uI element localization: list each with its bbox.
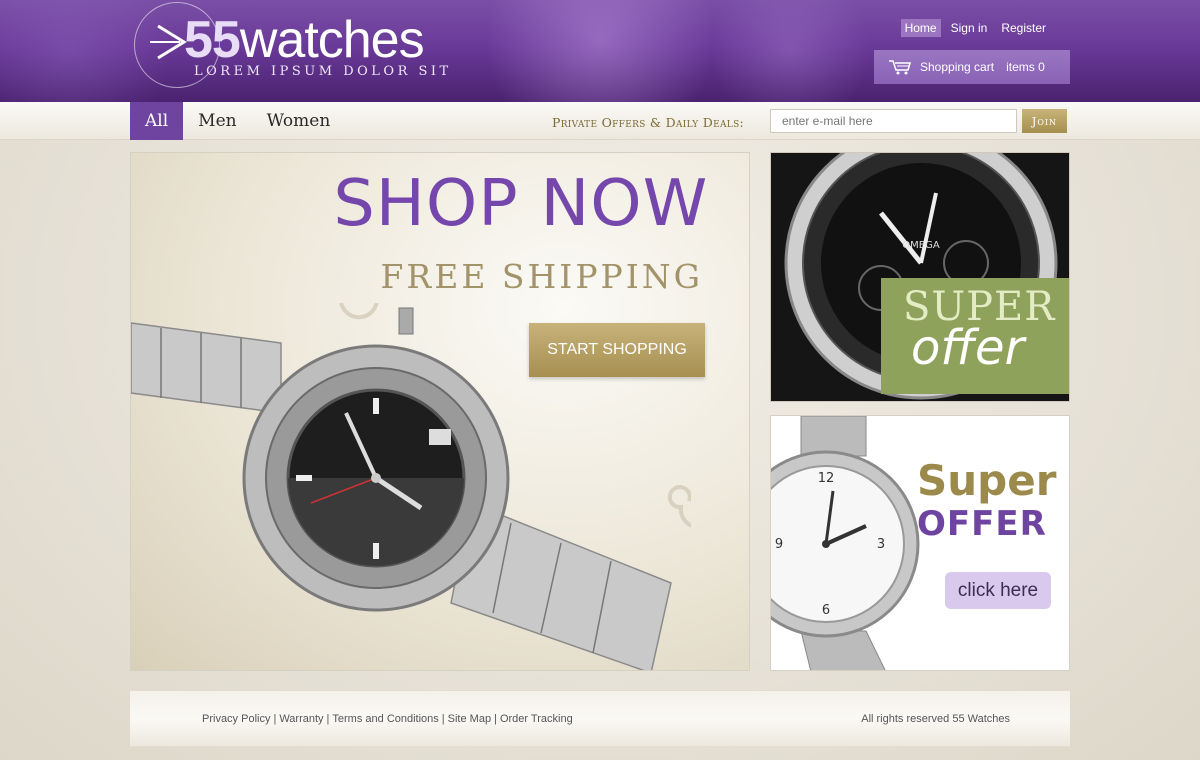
super-offer-banner-1[interactable]: OMEGA SUPER offer [770, 152, 1070, 402]
shopping-cart-button[interactable]: Shopping cart items 0 [874, 50, 1070, 84]
footer-link-site-map[interactable]: Site Map [448, 713, 491, 725]
category-navbar: All Men Women Private Offers & Daily Dea… [0, 102, 1200, 140]
start-shopping-button[interactable]: START SHOPPING [529, 323, 705, 377]
logo-tagline: LOREM IPSUM DOLOR SIT [194, 64, 452, 79]
super-offer-line2: offer [911, 320, 1025, 376]
email-input[interactable] [770, 109, 1017, 133]
logo-text: 55watches [184, 11, 425, 69]
site-header: 55watches LOREM IPSUM DOLOR SIT Home Sig… [0, 0, 1200, 102]
category-nav: All Men Women [130, 102, 345, 140]
hero-title: SHOP NOW [333, 167, 709, 241]
silver-watch-image: 12 3 6 9 [771, 416, 920, 670]
click-here-button[interactable]: click here [945, 572, 1051, 609]
cart-label: Shopping cart [920, 60, 995, 74]
svg-text:9: 9 [775, 537, 783, 552]
join-button[interactable]: Join [1022, 109, 1067, 133]
nav-item-men[interactable]: Men [183, 102, 251, 140]
footer-link-privacy-policy[interactable]: Privacy Policy [202, 713, 270, 725]
svg-text:3: 3 [877, 537, 885, 552]
site-footer: Privacy Policy | Warranty | Terms and Cond… [130, 690, 1070, 747]
super-offer-banner-2[interactable]: 12 3 6 9 Super OFFER click here [770, 415, 1070, 671]
home-link[interactable]: Home [900, 19, 941, 37]
footer-links: Privacy Policy | Warranty | Terms and Cond… [202, 713, 573, 725]
super-offer-subtitle: OFFER [917, 504, 1047, 544]
shopping-cart-icon [889, 60, 911, 75]
hero-banner[interactable]: SHOP NOW FREE SHIPPING START SHOPPING [130, 152, 750, 671]
site-logo[interactable]: 55watches LOREM IPSUM DOLOR SIT [132, 0, 462, 95]
footer-link-order-tracking[interactable]: Order Tracking [500, 713, 573, 725]
register-link[interactable]: Register [997, 19, 1050, 37]
nav-item-women[interactable]: Women [252, 102, 346, 140]
svg-text:OMEGA: OMEGA [902, 240, 940, 251]
super-offer-box: SUPER offer [881, 278, 1069, 394]
footer-link-terms[interactable]: Terms and Conditions [332, 713, 438, 725]
newsletter-label: Private Offers & Daily Deals: [552, 115, 745, 130]
footer-link-warranty[interactable]: Warranty [279, 713, 323, 725]
hero-subtitle: FREE SHIPPING [380, 257, 703, 296]
cart-items-count: items 0 [1006, 60, 1045, 74]
svg-text:12: 12 [818, 471, 835, 486]
super-offer-title: Super [917, 456, 1057, 505]
copyright-text: All rights reserved 55 Watches [861, 713, 1010, 725]
svg-text:6: 6 [822, 603, 830, 618]
sign-in-link[interactable]: Sign in [947, 19, 992, 37]
top-links: Home Sign in Register [900, 19, 1050, 37]
nav-item-all[interactable]: All [130, 102, 184, 140]
